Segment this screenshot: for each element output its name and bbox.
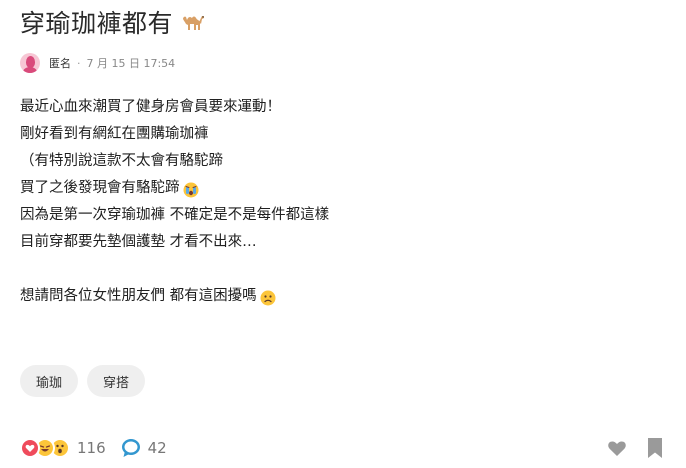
reaction-count: 116	[77, 439, 106, 457]
content-line: 因為是第一次穿瑜珈褲 不確定是不是每件都這樣	[20, 207, 330, 223]
tag-outfit[interactable]: 穿搭	[87, 365, 146, 397]
content-line: 想請問各位女性朋友們 都有這困擾嗎	[20, 283, 329, 310]
heart-reaction-icon	[20, 438, 40, 458]
content-line: （有特別說這款不太會有駱駝蹄	[20, 153, 223, 169]
tag-yoga[interactable]: 瑜珈	[20, 365, 79, 397]
avatar[interactable]	[20, 53, 40, 73]
crying-face-icon	[183, 181, 199, 197]
post-footer: 116 42	[20, 436, 666, 460]
frowning-face-icon	[260, 289, 276, 305]
content-blank-line	[20, 256, 329, 283]
comment-count: 42	[147, 439, 167, 457]
content-line: 目前穿都要先墊個護墊 才看不出來…	[20, 234, 257, 250]
post-title-row: 穿瑜珈褲都有	[20, 6, 207, 42]
bookmark-icon[interactable]	[646, 437, 664, 459]
content-line: 買了之後發現會有駱駝蹄	[20, 175, 329, 202]
comment-icon[interactable]	[120, 437, 142, 459]
post-meta: 匿名 · 7 月 15 日 17:54	[20, 52, 175, 74]
tag-list: 瑜珈 穿搭	[20, 365, 146, 397]
author-name[interactable]: 匿名	[49, 55, 71, 71]
reactions[interactable]	[20, 438, 70, 458]
post-content: 最近心血來潮買了健身房會員要來運動！ 剛好看到有網紅在團購瑜珈褲 （有特別說這款…	[20, 94, 329, 310]
meta-separator: ·	[77, 56, 81, 70]
heart-icon[interactable]	[606, 437, 628, 459]
post-date: 7 月 15 日 17:54	[86, 57, 176, 70]
content-line: 最近心血來潮買了健身房會員要來運動！	[20, 99, 281, 115]
camel-icon	[179, 8, 207, 40]
content-line: 剛好看到有網紅在團購瑜珈褲	[20, 126, 209, 142]
post-title: 穿瑜珈褲都有	[20, 9, 174, 38]
